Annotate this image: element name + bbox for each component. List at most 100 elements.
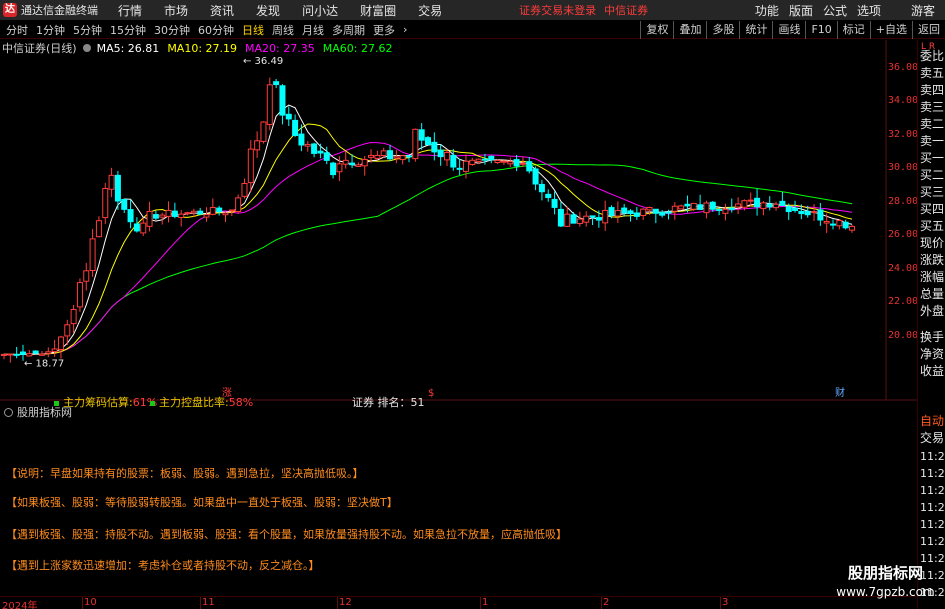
candle-body [304,143,311,147]
candle-body [690,202,697,210]
candle-body [361,158,368,167]
candle-body [697,204,704,210]
candle-body [526,161,533,172]
candle-body [735,203,742,208]
quote-label: 卖二 [920,117,945,131]
candle-body [178,213,185,219]
high-price-label: ← 36.49 [243,56,283,67]
adjust-button[interactable]: 复权 [640,21,673,39]
candle-body [614,210,621,217]
candle-body [222,212,229,216]
tab-5min[interactable]: 5分钟 [73,22,102,38]
broker-name[interactable]: 中信证券 [604,2,648,18]
x-axis-label: 2024年 [2,601,38,609]
guest-button[interactable]: 游客 [911,2,935,19]
menu-item-markets[interactable]: 市场 [164,2,188,19]
back-button[interactable]: 返回 [912,21,945,39]
tab-timeshare[interactable]: 分时 [6,22,28,38]
multi-stock-button[interactable]: 多股 [706,21,739,39]
settings-dot-icon[interactable] [82,44,91,52]
tab-monthly[interactable]: 月线 [302,22,324,38]
candle-body [830,223,837,226]
candle-body [462,160,469,172]
menu-item-discover[interactable]: 发现 [256,2,280,19]
overlay-button[interactable]: 叠加 [673,21,706,39]
site-watermark: 股朋指标网 www.7gpzb.com [826,563,945,609]
tab-multi-period[interactable]: 多周期 [332,22,365,38]
kline-chart[interactable]: 涨 $ 财← 36.49← 18.77 [0,40,917,596]
candle-body [792,207,799,211]
candle-body [254,140,261,151]
tab-1min[interactable]: 1分钟 [36,22,65,38]
toolbar-right: 复权 叠加 多股 统计 画线 F10 标记 +自选 返回 [640,21,945,39]
add-watchlist-button[interactable]: +自选 [869,21,912,39]
f10-button[interactable]: F10 [805,21,836,39]
menu-item-trade[interactable]: 交易 [418,2,442,19]
chevron-right-icon[interactable]: › [403,23,407,36]
candle-body [633,212,640,217]
metric-label: 主力控盘比率: [159,396,229,409]
auto-toggle[interactable]: 自动 [920,413,945,429]
quote-label: 涨幅 [920,270,945,284]
ma60-line [3,163,853,356]
mark-button[interactable]: 标记 [836,21,870,39]
candle-body [121,199,128,210]
stock-title[interactable]: 中信证券(日线) [2,40,77,56]
low-price-label: ← 18.77 [24,359,64,370]
tab-weekly[interactable]: 周线 [272,22,294,38]
menu-item-layout[interactable]: 版面 [789,2,813,19]
menu-item-news[interactable]: 资讯 [210,2,234,19]
stats-button[interactable]: 统计 [739,21,772,39]
candle-body [387,150,394,160]
y-tick-label: 24.00 [888,263,919,274]
menu-item-function[interactable]: 功能 [755,2,779,19]
draw-line-button[interactable]: 画线 [772,21,805,39]
rank-text: 证券 排名：51 [352,396,425,409]
tab-more[interactable]: 更多 [373,22,395,38]
tab-15min[interactable]: 15分钟 [110,22,146,38]
tab-30min[interactable]: 30分钟 [154,22,190,38]
menu-item-wealth[interactable]: 财富圈 [360,2,396,19]
quote-label: 买三 [920,185,945,199]
candle-body [76,282,83,308]
note-line: 【说明：早盘如果持有的股票：板弱、股弱。遇到急拉，坚决高抛低吸。】 [6,467,364,480]
candle-body [317,150,324,154]
candle-body [260,121,267,142]
candle-body [349,162,356,166]
candle-body [665,211,672,214]
quote-label: 买五 [920,219,945,233]
candle-body [652,208,659,214]
quote-label: 委比 [920,49,945,63]
x-tick [200,597,201,609]
tab-60min[interactable]: 60分钟 [198,22,234,38]
candle-body [570,214,577,224]
menu-item-options[interactable]: 选项 [857,2,881,19]
candle-body [292,119,299,136]
candle-body [589,215,596,218]
login-status[interactable]: 证券交易未登录 [519,2,596,18]
candle-body [273,81,280,86]
quote-label: 卖三 [920,100,945,114]
candle-body [374,154,381,159]
candle-body [513,159,520,167]
gear-icon[interactable] [4,407,13,417]
candle-body [380,150,387,157]
x-axis: 2024年 10 11 12 1 2 3 [0,596,917,609]
candle-body [57,336,64,350]
main-menu: 行情 市场 资讯 发现 问小达 财富圈 交易 [118,2,464,19]
candle-body [26,353,33,357]
menu-item-formula[interactable]: 公式 [823,2,847,19]
candle-body [804,210,811,216]
right-menu: 功能 版面 公式 选项 游客 [745,0,935,20]
quote-label: 净资 [920,347,945,361]
candle-body [557,208,564,227]
x-axis-label: 2 [603,597,610,608]
tab-daily[interactable]: 日线 [242,22,264,38]
candle-body [209,206,216,215]
menu-item-market[interactable]: 行情 [118,2,142,19]
x-axis-label: 3 [722,597,729,608]
menu-item-ask[interactable]: 问小达 [302,2,338,19]
ma10-value: MA10: 27.19 [167,41,238,55]
ma-legend: 中信证券(日线) MA5: 26.81 MA10: 27.19 MA20: 27… [2,40,400,56]
candle-body [709,201,716,210]
